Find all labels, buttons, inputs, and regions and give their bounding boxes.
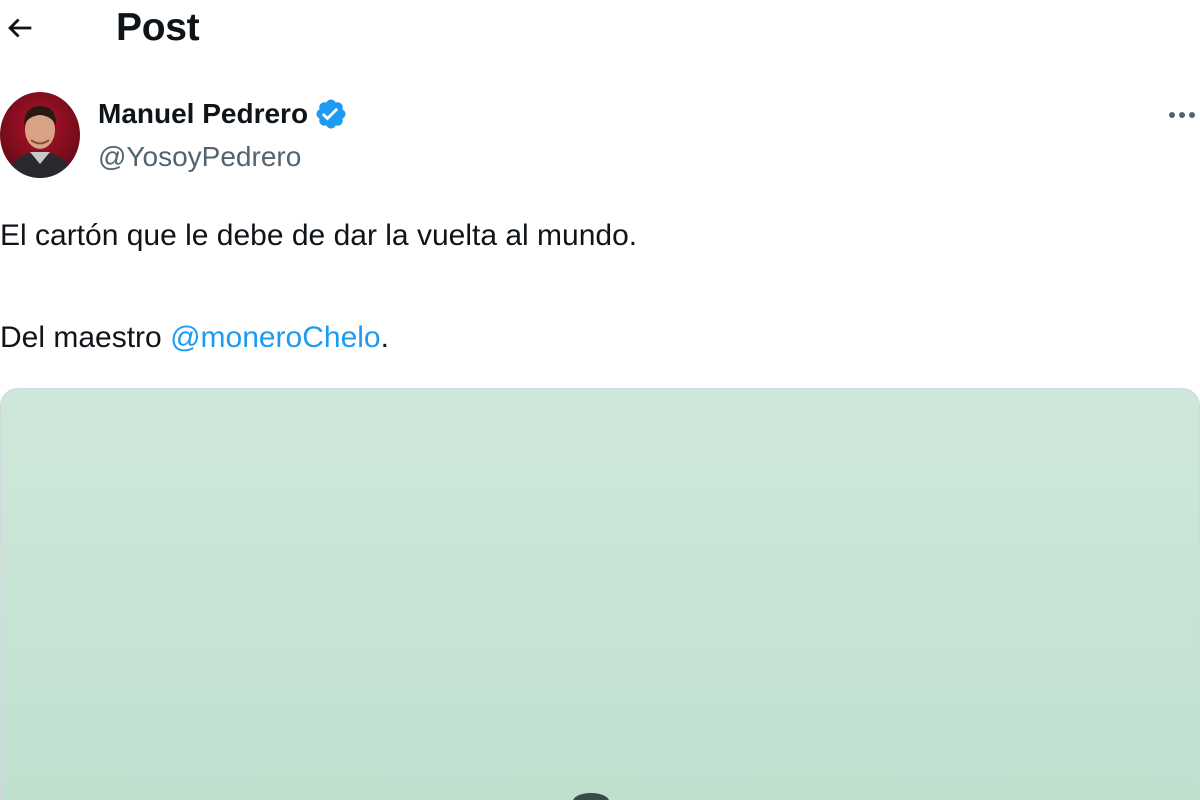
more-options-button[interactable] [1164, 100, 1200, 130]
author-name-link[interactable]: Manuel Pedrero [98, 96, 348, 132]
arrow-left-icon [8, 18, 32, 38]
avatar[interactable] [0, 92, 80, 178]
verified-badge-icon [314, 97, 348, 131]
post-author: Manuel Pedrero @YosoyPedrero [0, 92, 1200, 182]
mention-link[interactable]: @moneroChelo [170, 321, 381, 354]
post-text-line-1: El cartón que le debe de dar la vuelta a… [0, 219, 638, 252]
post-text-prefix: Del maestro [0, 321, 171, 354]
top-bar: Post [0, 0, 1200, 60]
author-name: Manuel Pedrero [98, 98, 309, 129]
post-text-suffix: . [380, 321, 389, 354]
post-media-image[interactable] [0, 388, 1200, 800]
more-horizontal-icon [1169, 112, 1195, 118]
post-text-line-2: Del maestro @moneroChelo. [0, 318, 389, 358]
author-handle[interactable]: @YosoyPedrero [98, 139, 301, 175]
back-button[interactable] [0, 8, 40, 48]
post-page: Post Manuel Pedrero @YosoyPedrero El car… [0, 0, 1200, 800]
cartoon-figure-top [573, 793, 609, 800]
page-title: Post [116, 6, 200, 49]
